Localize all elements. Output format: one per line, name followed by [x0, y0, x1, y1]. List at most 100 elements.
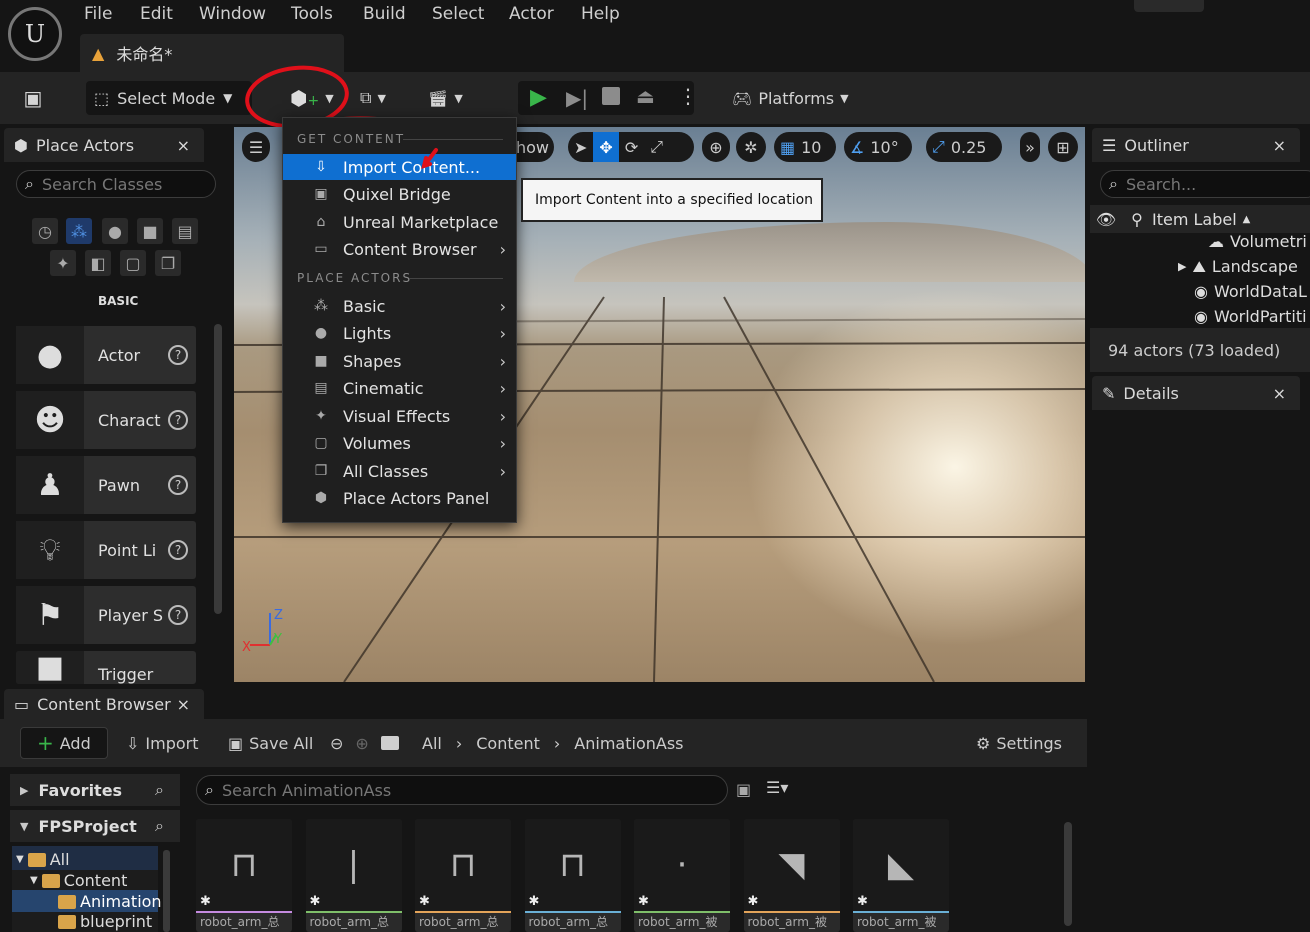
shapes-category-icon[interactable]: ■ [137, 218, 163, 244]
menu-help[interactable]: Help [581, 4, 620, 24]
breadcrumb-item[interactable]: Content [476, 734, 540, 753]
select-mode-dropdown[interactable]: ⬚ Select Mode ▼ [86, 81, 252, 115]
save-search-icon[interactable]: ▣ [736, 780, 751, 799]
rotation-snap-control[interactable]: ∡ 10° [844, 132, 912, 162]
add-button[interactable]: + Add [20, 727, 108, 759]
project-section[interactable]: ▼ FPSProject ⌕ [10, 810, 180, 842]
eject-icon[interactable]: ⏏ [636, 84, 655, 108]
tree-item-content[interactable]: ▼ Content [30, 871, 127, 890]
lights-category-icon[interactable]: ● [102, 218, 128, 244]
select-tool-icon[interactable]: ➤ [568, 132, 593, 162]
unreal-logo-icon[interactable]: U [8, 7, 62, 61]
save-all-button[interactable]: ▣ Save All [228, 727, 313, 759]
menu-all-classes[interactable]: ❐ All Classes › [283, 458, 516, 484]
breadcrumb-item[interactable]: All [422, 734, 442, 753]
menu-cinematic[interactable]: ▤ Cinematic › [283, 375, 516, 401]
close-icon[interactable]: × [1273, 136, 1286, 155]
place-actors-tab[interactable]: ⬢ Place Actors × [4, 128, 204, 162]
menu-shapes[interactable]: ■ Shapes › [283, 348, 516, 374]
all-classes-category-icon[interactable]: ❐ [155, 250, 181, 276]
menu-file[interactable]: File [84, 4, 112, 24]
content-browser-tab[interactable]: ▭ Content Browser × [4, 689, 204, 719]
menu-tools[interactable]: Tools [291, 4, 333, 24]
close-icon[interactable]: × [177, 695, 190, 714]
move-tool-icon[interactable]: ✥ [593, 132, 619, 162]
more-options-icon[interactable]: ⋮ [678, 84, 698, 108]
item-label-column[interactable]: Item Label [1152, 210, 1237, 229]
grid-snap-control[interactable]: ▦ 10 [774, 132, 836, 162]
menu-select[interactable]: Select [432, 4, 484, 24]
outliner-row[interactable]: ☁ Volumetri [1208, 232, 1310, 250]
details-tab[interactable]: ✎ Details × [1092, 376, 1300, 410]
asset-scrollbar[interactable] [1064, 822, 1072, 926]
help-icon[interactable]: ? [168, 605, 188, 625]
world-space-icon[interactable]: ⊕ [702, 132, 730, 162]
outliner-row[interactable]: ▶ ⛰ Landscape [1178, 254, 1310, 279]
step-icon[interactable]: ▶︎| [566, 86, 588, 110]
menu-build[interactable]: Build [363, 4, 406, 24]
help-icon[interactable]: ? [168, 475, 188, 495]
asset-search-input[interactable]: ⌕ Search AnimationAss [196, 775, 728, 805]
breadcrumb-item[interactable]: AnimationAss [574, 734, 683, 753]
recent-icon[interactable]: ◷ [32, 218, 58, 244]
menu-visual-effects[interactable]: ✦ Visual Effects › [283, 403, 516, 429]
expand-arrow-icon[interactable]: ▶ [1178, 260, 1186, 273]
pin-icon[interactable]: ⚲ [1122, 210, 1152, 229]
viewport-menu-icon[interactable]: ☰ [242, 132, 270, 162]
rotate-tool-icon[interactable]: ⟳ [619, 132, 644, 162]
outliner-row[interactable]: ◉ WorldPartiti [1194, 304, 1310, 329]
close-icon[interactable]: × [177, 136, 190, 155]
back-icon[interactable]: ⊖ [330, 734, 343, 753]
favorites-section[interactable]: ▶ Favorites ⌕ [10, 774, 180, 806]
menu-place-actors-panel[interactable]: ⬢ Place Actors Panel [283, 485, 516, 511]
menu-volumes[interactable]: ▢ Volumes › [283, 430, 516, 456]
import-button[interactable]: ⇩ Import [126, 727, 199, 759]
tree-scrollbar[interactable] [163, 850, 170, 932]
menu-basic[interactable]: ⁂ Basic › [283, 293, 516, 319]
asset-tile[interactable]: ⊓ ✱ robot_arm_总 [524, 819, 621, 932]
filter-icon[interactable]: ☰▾ [766, 778, 788, 797]
menu-import-content[interactable]: ⇩ Import Content... [283, 154, 516, 180]
asset-tile[interactable]: ◣ ✱ robot_arm_被 [853, 819, 949, 932]
settings-button[interactable]: ⚙ Settings [976, 727, 1062, 759]
asset-tile[interactable]: ◥ ✱ robot_arm_被 [743, 819, 840, 932]
scrollbar[interactable] [214, 324, 222, 614]
surface-snap-icon[interactable]: ✲ [736, 132, 766, 162]
layout-icon[interactable]: ⊞ [1048, 132, 1078, 162]
actor-item[interactable]: ■ Trigger [16, 651, 196, 684]
actor-item[interactable]: ♟ Pawn ? [16, 456, 196, 514]
platforms-dropdown[interactable]: 🎮︎ Platforms ▼ [732, 81, 849, 115]
search-icon[interactable]: ⌕ [155, 780, 164, 800]
actor-item[interactable]: 💡︎ Point Li ? [16, 521, 196, 579]
menu-content-browser[interactable]: ▭ Content Browser › [283, 236, 516, 262]
search-icon[interactable]: ⌕ [155, 816, 164, 836]
asset-tile[interactable]: ⊓ ✱ robot_arm_总 [196, 819, 292, 932]
geometry-category-icon[interactable]: ◧ [85, 250, 111, 276]
help-icon[interactable]: ? [168, 540, 188, 560]
tree-item-animation[interactable]: Animation [58, 892, 162, 911]
search-classes-input[interactable]: ⌕ Search Classes [16, 170, 216, 198]
outliner-search-input[interactable]: ⌕ Search... [1100, 170, 1310, 198]
forward-icon[interactable]: ⊕ [355, 734, 368, 753]
menu-quixel-bridge[interactable]: ▣ Quixel Bridge [283, 181, 516, 207]
actor-item[interactable]: ● Actor ? [16, 326, 196, 384]
menu-lights[interactable]: ● Lights › [283, 320, 516, 346]
save-icon[interactable]: ▣ [18, 81, 48, 115]
asset-tile[interactable]: | ✱ robot_arm_总 [305, 819, 402, 932]
outliner-row[interactable]: ◉ WorldDataL [1194, 279, 1310, 304]
help-icon[interactable]: ? [168, 345, 188, 365]
close-icon[interactable]: × [1273, 384, 1286, 403]
scale-snap-control[interactable]: ⤢ 0.25 [926, 132, 1002, 162]
tree-item-blueprint[interactable]: blueprint [58, 912, 152, 931]
expand-icon[interactable]: » [1020, 132, 1040, 162]
asset-tile[interactable]: ⊓ ✱ robot_arm_总 [415, 819, 511, 932]
menu-unreal-marketplace[interactable]: ⌂ Unreal Marketplace [283, 209, 516, 235]
volumes-category-icon[interactable]: ▢ [120, 250, 146, 276]
cinematic-category-icon[interactable]: ▤ [172, 218, 198, 244]
actor-item[interactable]: ☻ Charact ? [16, 391, 196, 449]
help-icon[interactable]: ? [168, 410, 188, 430]
menu-actor[interactable]: Actor [509, 4, 554, 24]
asset-tile[interactable]: · ✱ robot_arm_被 [634, 819, 730, 932]
menu-window[interactable]: Window [199, 4, 266, 24]
scale-tool-icon[interactable]: ⤢ [644, 132, 669, 162]
